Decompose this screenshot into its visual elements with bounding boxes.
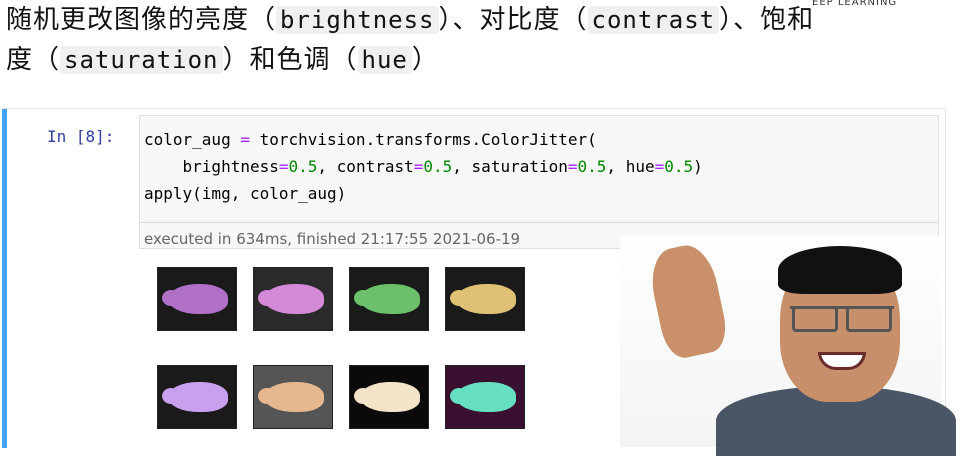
cat-head (450, 290, 468, 306)
code-number: 0.5 (577, 157, 607, 176)
code-operator: = (278, 157, 289, 176)
output-image (157, 365, 237, 429)
code-number: 0.5 (288, 157, 318, 176)
presenter-hair (778, 246, 902, 294)
heading-text: ）和色调（ (222, 45, 358, 75)
code-input-area[interactable]: color_aug = torchvision.transforms.Color… (139, 115, 939, 249)
cat-head (354, 290, 372, 306)
code-number: 0.5 (423, 157, 453, 176)
output-image (253, 365, 333, 429)
code-token: color_aug (144, 130, 241, 149)
heading-line-2: 度（ saturation ）和色调（ hue） (6, 40, 936, 80)
cell-prompt: In [8]: (47, 127, 115, 146)
code-sep: , (317, 157, 337, 176)
code-operator: = (413, 157, 424, 176)
output-image (445, 267, 525, 331)
code-param: contrast (336, 157, 414, 176)
code-param: hue (625, 157, 655, 176)
cat-head (162, 388, 180, 404)
code-param: saturation (471, 157, 568, 176)
cell-selection-bar (2, 109, 7, 448)
presenter-video-overlay (620, 236, 956, 456)
output-image (349, 267, 429, 331)
execution-info: executed in 634ms, finished 21:17:55 202… (144, 230, 521, 248)
heading-text: ）、对比度（ (438, 5, 588, 35)
code-block[interactable]: color_aug = torchvision.transforms.Color… (144, 126, 703, 207)
output-image (157, 267, 237, 331)
cat-head (162, 290, 180, 306)
inline-code-contrast: contrast (587, 6, 720, 34)
heading-text: ）、饱和 (719, 5, 815, 35)
heading-text: 度（ (6, 45, 61, 75)
instruction-heading: 随机更改图像的亮度（ brightness ）、对比度（ contrast ）、饱和 度… (6, 0, 936, 80)
output-image (349, 365, 429, 429)
code-number: 0.5 (664, 157, 694, 176)
code-operator: = (240, 130, 250, 149)
heading-text: ） (411, 45, 439, 75)
output-image (445, 365, 525, 429)
code-param: brightness (182, 157, 279, 176)
code-sep: , (452, 157, 472, 176)
cat-head (258, 388, 276, 404)
cat-head (354, 388, 372, 404)
heading-line-1: 随机更改图像的亮度（ brightness ）、对比度（ contrast ）、饱和 (6, 0, 936, 40)
code-sep: , (606, 157, 626, 176)
inline-code-saturation: saturation (60, 46, 223, 74)
output-image (253, 267, 333, 331)
code-operator: = (654, 157, 665, 176)
presenter-glasses (790, 306, 894, 332)
raised-hand (645, 240, 731, 362)
code-token: torchvision.transforms.ColorJitter( (249, 130, 597, 149)
code-operator: = (567, 157, 578, 176)
inline-code-hue: hue (357, 46, 412, 74)
execution-divider (140, 222, 938, 223)
code-token: apply(img, color_aug) (144, 184, 347, 203)
code-close-paren: ) (693, 157, 703, 176)
cat-head (450, 388, 468, 404)
brand-watermark: EEP LEARNING (812, 0, 898, 8)
inline-code-brightness: brightness (276, 6, 439, 34)
heading-text: 随机更改图像的亮度（ (6, 5, 277, 35)
cat-head (258, 290, 276, 306)
